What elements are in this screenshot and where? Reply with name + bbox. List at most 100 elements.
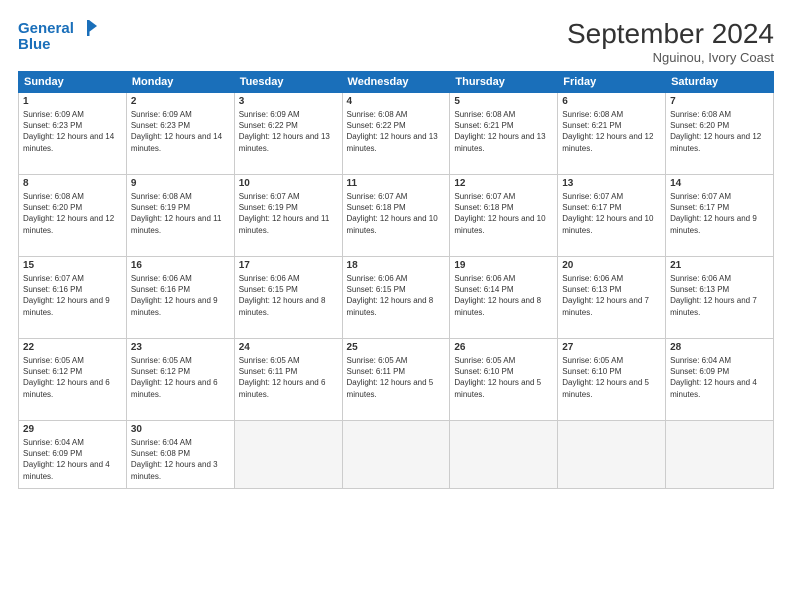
day-cell-7: 7 Sunrise: 6:08 AMSunset: 6:20 PMDayligh…	[666, 93, 774, 175]
day-info: Sunrise: 6:04 AMSunset: 6:08 PMDaylight:…	[131, 437, 230, 482]
day-cell-12: 12 Sunrise: 6:07 AMSunset: 6:18 PMDaylig…	[450, 175, 558, 257]
day-cell-23: 23 Sunrise: 6:05 AMSunset: 6:12 PMDaylig…	[126, 339, 234, 421]
day-number: 25	[347, 342, 446, 353]
day-number: 27	[562, 342, 661, 353]
day-number: 20	[562, 260, 661, 271]
day-info: Sunrise: 6:08 AMSunset: 6:21 PMDaylight:…	[454, 109, 553, 154]
day-info: Sunrise: 6:07 AMSunset: 6:19 PMDaylight:…	[239, 191, 338, 236]
calendar-row-3: 15 Sunrise: 6:07 AMSunset: 6:16 PMDaylig…	[19, 257, 774, 339]
day-info: Sunrise: 6:04 AMSunset: 6:09 PMDaylight:…	[670, 355, 769, 400]
day-number: 13	[562, 178, 661, 189]
day-number: 12	[454, 178, 553, 189]
day-cell-17: 17 Sunrise: 6:06 AMSunset: 6:15 PMDaylig…	[234, 257, 342, 339]
day-cell-11: 11 Sunrise: 6:07 AMSunset: 6:18 PMDaylig…	[342, 175, 450, 257]
header: General Blue September 2024 Nguinou, Ivo…	[18, 18, 774, 65]
day-info: Sunrise: 6:05 AMSunset: 6:10 PMDaylight:…	[562, 355, 661, 400]
day-info: Sunrise: 6:07 AMSunset: 6:18 PMDaylight:…	[347, 191, 446, 236]
day-info: Sunrise: 6:07 AMSunset: 6:17 PMDaylight:…	[670, 191, 769, 236]
calendar-row-5: 29 Sunrise: 6:04 AMSunset: 6:09 PMDaylig…	[19, 421, 774, 489]
day-cell-24: 24 Sunrise: 6:05 AMSunset: 6:11 PMDaylig…	[234, 339, 342, 421]
location: Nguinou, Ivory Coast	[567, 50, 774, 65]
day-cell-21: 21 Sunrise: 6:06 AMSunset: 6:13 PMDaylig…	[666, 257, 774, 339]
day-cell-28: 28 Sunrise: 6:04 AMSunset: 6:09 PMDaylig…	[666, 339, 774, 421]
day-cell-16: 16 Sunrise: 6:06 AMSunset: 6:16 PMDaylig…	[126, 257, 234, 339]
day-cell-26: 26 Sunrise: 6:05 AMSunset: 6:10 PMDaylig…	[450, 339, 558, 421]
day-info: Sunrise: 6:05 AMSunset: 6:12 PMDaylight:…	[131, 355, 230, 400]
day-number: 29	[23, 424, 122, 435]
day-number: 19	[454, 260, 553, 271]
day-number: 10	[239, 178, 338, 189]
day-number: 11	[347, 178, 446, 189]
day-info: Sunrise: 6:09 AMSunset: 6:23 PMDaylight:…	[23, 109, 122, 154]
day-number: 3	[239, 96, 338, 107]
day-info: Sunrise: 6:06 AMSunset: 6:13 PMDaylight:…	[670, 273, 769, 318]
day-number: 26	[454, 342, 553, 353]
col-tuesday: Tuesday	[234, 72, 342, 93]
month-title: September 2024	[567, 18, 774, 50]
day-number: 4	[347, 96, 446, 107]
logo-general: General	[18, 20, 74, 37]
day-info: Sunrise: 6:09 AMSunset: 6:23 PMDaylight:…	[131, 109, 230, 154]
day-number: 24	[239, 342, 338, 353]
col-wednesday: Wednesday	[342, 72, 450, 93]
day-info: Sunrise: 6:05 AMSunset: 6:11 PMDaylight:…	[347, 355, 446, 400]
day-cell-8: 8 Sunrise: 6:08 AMSunset: 6:20 PMDayligh…	[19, 175, 127, 257]
calendar-header-row: Sunday Monday Tuesday Wednesday Thursday…	[19, 72, 774, 93]
calendar-row-2: 8 Sunrise: 6:08 AMSunset: 6:20 PMDayligh…	[19, 175, 774, 257]
day-cell-30: 30 Sunrise: 6:04 AMSunset: 6:08 PMDaylig…	[126, 421, 234, 489]
day-number: 5	[454, 96, 553, 107]
col-sunday: Sunday	[19, 72, 127, 93]
day-number: 30	[131, 424, 230, 435]
day-cell-empty-2	[342, 421, 450, 489]
day-cell-9: 9 Sunrise: 6:08 AMSunset: 6:19 PMDayligh…	[126, 175, 234, 257]
day-cell-6: 6 Sunrise: 6:08 AMSunset: 6:21 PMDayligh…	[558, 93, 666, 175]
day-cell-empty-5	[666, 421, 774, 489]
day-info: Sunrise: 6:08 AMSunset: 6:22 PMDaylight:…	[347, 109, 446, 154]
day-number: 14	[670, 178, 769, 189]
day-info: Sunrise: 6:06 AMSunset: 6:15 PMDaylight:…	[239, 273, 338, 318]
col-thursday: Thursday	[450, 72, 558, 93]
col-friday: Friday	[558, 72, 666, 93]
day-number: 18	[347, 260, 446, 271]
day-number: 17	[239, 260, 338, 271]
day-cell-15: 15 Sunrise: 6:07 AMSunset: 6:16 PMDaylig…	[19, 257, 127, 339]
calendar-row-4: 22 Sunrise: 6:05 AMSunset: 6:12 PMDaylig…	[19, 339, 774, 421]
day-info: Sunrise: 6:06 AMSunset: 6:15 PMDaylight:…	[347, 273, 446, 318]
day-info: Sunrise: 6:05 AMSunset: 6:12 PMDaylight:…	[23, 355, 122, 400]
day-cell-27: 27 Sunrise: 6:05 AMSunset: 6:10 PMDaylig…	[558, 339, 666, 421]
day-number: 2	[131, 96, 230, 107]
title-block: September 2024 Nguinou, Ivory Coast	[567, 18, 774, 65]
day-cell-empty-3	[450, 421, 558, 489]
day-cell-4: 4 Sunrise: 6:08 AMSunset: 6:22 PMDayligh…	[342, 93, 450, 175]
day-cell-19: 19 Sunrise: 6:06 AMSunset: 6:14 PMDaylig…	[450, 257, 558, 339]
day-number: 23	[131, 342, 230, 353]
day-info: Sunrise: 6:07 AMSunset: 6:18 PMDaylight:…	[454, 191, 553, 236]
day-info: Sunrise: 6:06 AMSunset: 6:14 PMDaylight:…	[454, 273, 553, 318]
day-cell-3: 3 Sunrise: 6:09 AMSunset: 6:22 PMDayligh…	[234, 93, 342, 175]
day-number: 16	[131, 260, 230, 271]
day-cell-29: 29 Sunrise: 6:04 AMSunset: 6:09 PMDaylig…	[19, 421, 127, 489]
day-info: Sunrise: 6:05 AMSunset: 6:10 PMDaylight:…	[454, 355, 553, 400]
day-number: 21	[670, 260, 769, 271]
day-info: Sunrise: 6:04 AMSunset: 6:09 PMDaylight:…	[23, 437, 122, 482]
day-number: 9	[131, 178, 230, 189]
day-cell-5: 5 Sunrise: 6:08 AMSunset: 6:21 PMDayligh…	[450, 93, 558, 175]
day-number: 1	[23, 96, 122, 107]
day-cell-25: 25 Sunrise: 6:05 AMSunset: 6:11 PMDaylig…	[342, 339, 450, 421]
day-info: Sunrise: 6:07 AMSunset: 6:17 PMDaylight:…	[562, 191, 661, 236]
day-number: 8	[23, 178, 122, 189]
day-info: Sunrise: 6:09 AMSunset: 6:22 PMDaylight:…	[239, 109, 338, 154]
day-cell-18: 18 Sunrise: 6:06 AMSunset: 6:15 PMDaylig…	[342, 257, 450, 339]
day-number: 28	[670, 342, 769, 353]
day-cell-13: 13 Sunrise: 6:07 AMSunset: 6:17 PMDaylig…	[558, 175, 666, 257]
logo: General Blue	[18, 18, 99, 53]
day-number: 7	[670, 96, 769, 107]
calendar-row-1: 1 Sunrise: 6:09 AMSunset: 6:23 PMDayligh…	[19, 93, 774, 175]
col-monday: Monday	[126, 72, 234, 93]
calendar: Sunday Monday Tuesday Wednesday Thursday…	[18, 71, 774, 489]
day-cell-14: 14 Sunrise: 6:07 AMSunset: 6:17 PMDaylig…	[666, 175, 774, 257]
logo-flag-icon	[79, 18, 99, 38]
day-info: Sunrise: 6:08 AMSunset: 6:21 PMDaylight:…	[562, 109, 661, 154]
day-info: Sunrise: 6:08 AMSunset: 6:20 PMDaylight:…	[670, 109, 769, 154]
day-cell-empty-1	[234, 421, 342, 489]
